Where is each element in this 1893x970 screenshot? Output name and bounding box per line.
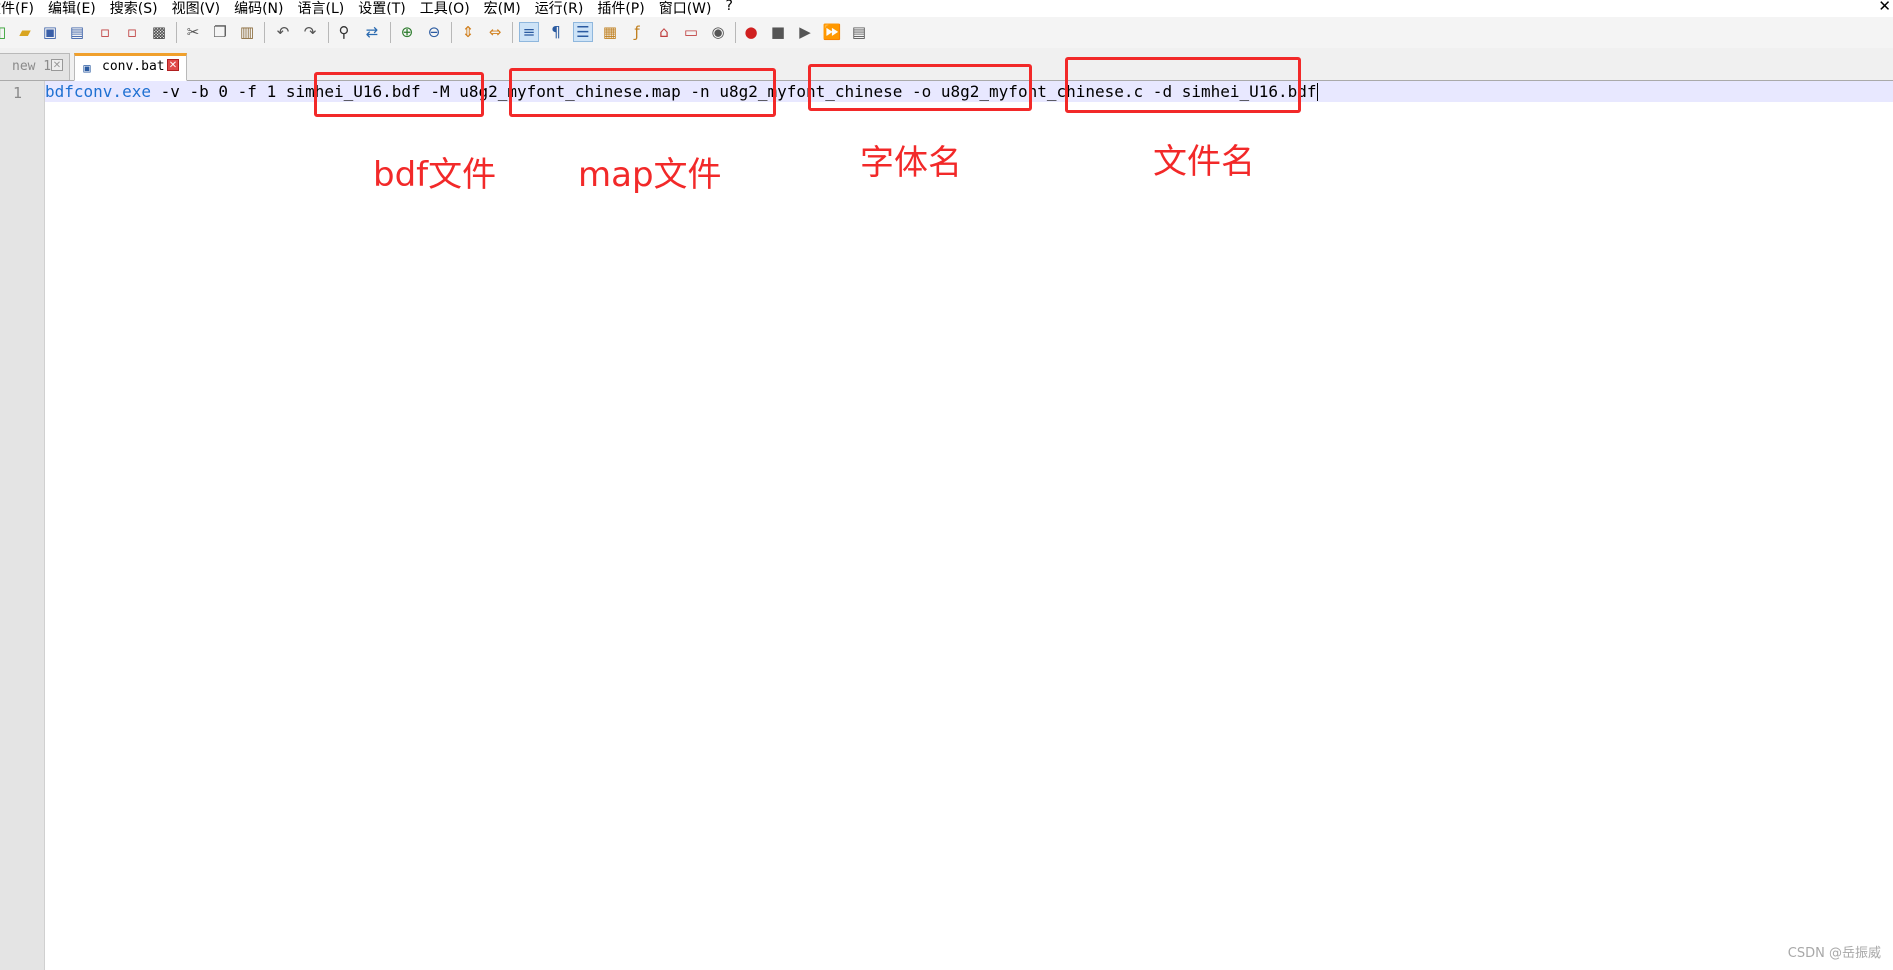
close-icon[interactable]: ✕: [1878, 0, 1891, 15]
replace-icon[interactable]: ⇄: [362, 22, 382, 42]
save-icon[interactable]: ▣: [40, 22, 60, 42]
annotation-box-map-file: [509, 68, 776, 117]
annotation-box-bdf-file: [314, 72, 484, 117]
save-macro-icon[interactable]: ▤: [849, 22, 869, 42]
menu-file[interactable]: 文件(F): [0, 0, 34, 18]
zoom-in-icon[interactable]: ⊕: [397, 22, 417, 42]
menu-window[interactable]: 窗口(W): [659, 0, 712, 18]
menu-encoding[interactable]: 编码(N): [234, 0, 283, 18]
editor-area[interactable]: bdfconv.exe -v -b 0 -f 1 simhei_U16.bdf …: [45, 81, 1893, 970]
play-macro-icon[interactable]: ▶: [795, 22, 815, 42]
menu-run[interactable]: 运行(R): [535, 0, 584, 18]
zoom-out-icon[interactable]: ⊖: [424, 22, 444, 42]
notepad-plus-plus-window: 文件(F) 编辑(E) 搜索(S) 视图(V) 编码(N) 语言(L) 设置(T…: [0, 0, 1893, 970]
toolbar-separator: [390, 22, 391, 43]
toolbar-separator: [512, 22, 513, 43]
command-token: bdfconv.exe: [45, 82, 151, 101]
indent-guide-icon[interactable]: ☰: [573, 22, 593, 42]
toolbar-separator: [264, 22, 265, 43]
sync-horizontal-icon[interactable]: ⇔: [485, 22, 505, 42]
print-icon[interactable]: ▩: [149, 22, 169, 42]
function-list-icon[interactable]: ƒ: [627, 22, 647, 42]
save-all-icon[interactable]: ▤: [67, 22, 87, 42]
annotation-label-font-name: 字体名: [860, 143, 962, 183]
monitoring-icon[interactable]: ▭: [681, 22, 701, 42]
close-file-icon[interactable]: ▫: [95, 22, 115, 42]
toolbar: ▯ ▰ ▣ ▤ ▫ ▫ ▩ ✂ ❐ ▥ ↶ ↷ ⚲ ⇄ ⊕ ⊖ ⇕ ⇔ ≡ ¶ …: [0, 17, 1893, 49]
annotation-label-map-file: map文件: [578, 155, 722, 195]
menu-search[interactable]: 搜索(S): [110, 0, 158, 18]
record-macro-icon[interactable]: ●: [741, 22, 761, 42]
line-number: 1: [13, 84, 23, 102]
run-macro-multiple-icon[interactable]: ⏩: [822, 22, 842, 42]
menu-bar: 文件(F) 编辑(E) 搜索(S) 视图(V) 编码(N) 语言(L) 设置(T…: [0, 0, 1893, 17]
show-all-characters-icon[interactable]: ¶: [546, 22, 566, 42]
folder-workspace-icon[interactable]: ⌂: [654, 22, 674, 42]
annotation-label-file-name: 文件名: [1153, 142, 1255, 182]
find-icon[interactable]: ⚲: [334, 22, 354, 42]
menu-settings[interactable]: 设置(T): [358, 0, 405, 18]
tab-label: conv.bat: [102, 59, 165, 74]
tab-conv-bat[interactable]: ▣ conv.bat ✕: [74, 53, 187, 81]
tab-close-icon[interactable]: ✕: [167, 59, 179, 71]
cut-icon[interactable]: ✂: [183, 22, 203, 42]
annotation-label-bdf-file: bdf文件: [373, 155, 497, 195]
toolbar-separator: [735, 22, 736, 43]
close-all-icon[interactable]: ▫: [122, 22, 142, 42]
stop-macro-icon[interactable]: ■: [768, 22, 788, 42]
line-number-gutter: 1: [0, 81, 45, 970]
menu-tools[interactable]: 工具(O): [420, 0, 470, 18]
annotation-box-font-name: [808, 64, 1032, 111]
save-state-icon: ▣: [83, 61, 91, 75]
menu-help[interactable]: ?: [726, 0, 733, 18]
tab-close-icon[interactable]: ✕: [51, 59, 63, 71]
text-caret: [1316, 83, 1318, 101]
new-file-icon[interactable]: ▯: [0, 22, 12, 42]
menu-plugins[interactable]: 插件(P): [597, 0, 644, 18]
tab-label: new 1: [12, 59, 52, 74]
menu-macro[interactable]: 宏(M): [484, 0, 521, 18]
flags-token: -v -b 0 -f 1: [150, 82, 286, 101]
menu-items: 文件(F) 编辑(E) 搜索(S) 视图(V) 编码(N) 语言(L) 设置(T…: [0, 0, 747, 18]
menu-language[interactable]: 语言(L): [298, 0, 345, 18]
open-folder-icon[interactable]: ▰: [15, 22, 35, 42]
toolbar-separator: [176, 22, 177, 43]
toolbar-separator: [328, 22, 329, 43]
copy-icon[interactable]: ❐: [210, 22, 230, 42]
word-wrap-icon[interactable]: ≡: [519, 22, 539, 42]
paste-icon[interactable]: ▥: [237, 22, 257, 42]
menu-edit[interactable]: 编辑(E): [48, 0, 96, 18]
menu-view[interactable]: 视图(V): [172, 0, 221, 18]
toolbar-separator: [451, 22, 452, 43]
sync-vertical-icon[interactable]: ⇕: [458, 22, 478, 42]
annotation-box-output-file: [1065, 57, 1301, 113]
tab-new-1[interactable]: new 1 ✕: [0, 53, 70, 80]
undo-icon[interactable]: ↶: [273, 22, 293, 42]
watermark: CSDN @岳振威: [1787, 946, 1881, 961]
redo-icon[interactable]: ↷: [300, 22, 320, 42]
document-map-icon[interactable]: ▦: [600, 22, 620, 42]
eye-icon[interactable]: ◉: [708, 22, 728, 42]
